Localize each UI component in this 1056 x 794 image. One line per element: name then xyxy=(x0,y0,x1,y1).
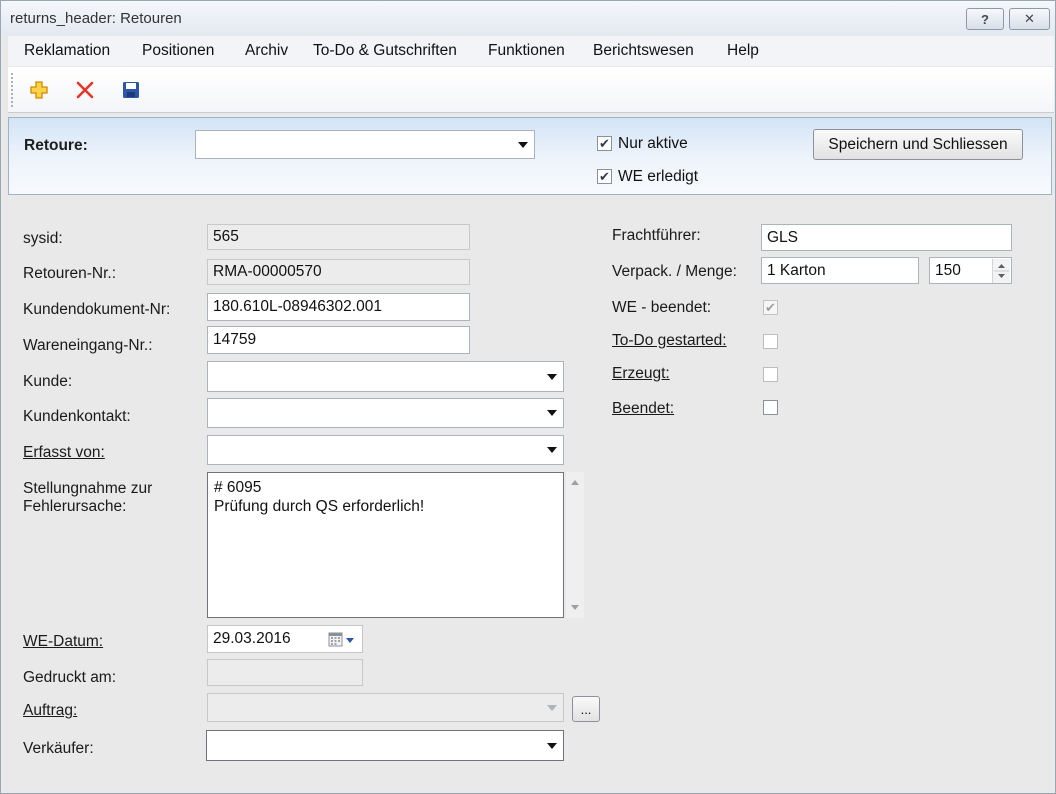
menu-funktionen[interactable]: Funktionen xyxy=(488,42,565,60)
retoure-header-panel: Retoure: ✔ Nur aktive ✔ WE erledigt Spei… xyxy=(8,117,1052,195)
help-icon: ? xyxy=(981,11,989,27)
close-icon: ✕ xyxy=(1024,11,1035,26)
retouren-nr-field[interactable]: RMA-00000570 xyxy=(207,259,470,285)
stellungnahme-label-line1: Stellungnahme zur xyxy=(23,480,153,497)
menge-stepper[interactable]: 150 xyxy=(929,257,1012,284)
add-button[interactable] xyxy=(28,79,50,101)
retouren-nr-label: Retouren-Nr.: xyxy=(23,265,117,282)
checkmark-icon: ✔ xyxy=(765,300,776,315)
kunde-select[interactable] xyxy=(207,361,564,392)
checkmark-icon: ✔ xyxy=(599,136,610,151)
erzeugt-link[interactable]: Erzeugt: xyxy=(612,365,670,383)
beendet-checkbox[interactable] xyxy=(763,400,778,415)
we-erledigt-checkbox[interactable]: ✔ xyxy=(597,169,612,184)
gedruckt-field xyxy=(207,659,363,686)
verpackung-field[interactable]: 1 Karton xyxy=(761,257,919,284)
chevron-down-icon xyxy=(547,373,557,380)
we-datum-picker[interactable]: 29.03.2016 xyxy=(207,625,363,653)
retoure-label: Retoure: xyxy=(24,137,88,154)
we-erledigt-label: WE erledigt xyxy=(618,168,699,185)
toolbar-grip[interactable] xyxy=(11,73,13,107)
verkaeufer-label: Verkäufer: xyxy=(23,740,94,757)
wareneingang-value: 14759 xyxy=(213,331,257,348)
kundendokument-field[interactable]: 180.610L-08946302.001 xyxy=(207,293,470,321)
we-beendet-checkbox: ✔ xyxy=(763,300,778,315)
menu-help[interactable]: Help xyxy=(727,42,759,60)
checkmark-icon: ✔ xyxy=(599,169,610,184)
kundendokument-label: Kundendokument-Nr: xyxy=(23,301,171,318)
beendet-link[interactable]: Beendet: xyxy=(612,400,674,418)
auftrag-link[interactable]: Auftrag: xyxy=(23,702,77,720)
title-bar: returns_header: Retouren ? ✕ xyxy=(1,1,1055,35)
stellungnahme-textarea[interactable]: # 6095 Prüfung durch QS erforderlich! xyxy=(207,472,564,618)
sysid-label: sysid: xyxy=(23,230,63,247)
we-datum-link[interactable]: WE-Datum: xyxy=(23,633,103,651)
returns-window: returns_header: Retouren ? ✕ Reklamation… xyxy=(0,0,1056,794)
close-button[interactable]: ✕ xyxy=(1009,8,1050,30)
erzeugt-checkbox[interactable] xyxy=(763,367,778,382)
scroll-up-icon[interactable] xyxy=(571,480,579,485)
add-icon xyxy=(30,81,48,99)
verpackung-value: 1 Karton xyxy=(767,261,826,279)
verpack-menge-label: Verpack. / Menge: xyxy=(612,263,737,280)
chevron-down-icon xyxy=(547,410,557,416)
calendar-icon[interactable] xyxy=(328,632,356,648)
frachtfuehrer-label: Frachtführer: xyxy=(612,227,701,244)
chevron-down-icon xyxy=(547,447,557,453)
gedruckt-label: Gedruckt am: xyxy=(23,669,117,686)
nur-aktive-label: Nur aktive xyxy=(618,135,688,152)
menu-todo-gutschriften[interactable]: To-Do & Gutschriften xyxy=(313,42,457,60)
delete-button[interactable] xyxy=(74,79,96,101)
scroll-down-icon[interactable] xyxy=(571,605,579,610)
menu-archiv[interactable]: Archiv xyxy=(245,42,288,60)
nur-aktive-checkbox[interactable]: ✔ xyxy=(597,136,612,151)
kundenkontakt-select[interactable] xyxy=(207,398,564,428)
stellungnahme-scrollbar[interactable] xyxy=(566,472,584,618)
wareneingang-field[interactable]: 14759 xyxy=(207,326,470,354)
menu-bar: Reklamation Positionen Archiv To-Do & Gu… xyxy=(8,36,1054,66)
menu-positionen[interactable]: Positionen xyxy=(142,42,214,60)
menu-berichtswesen[interactable]: Berichtswesen xyxy=(593,42,694,60)
speichern-schliessen-button[interactable]: Speichern und Schliessen xyxy=(813,129,1023,160)
toolbar xyxy=(8,67,1054,113)
todo-gestarted-checkbox[interactable] xyxy=(763,334,778,349)
kundendokument-value: 180.610L-08946302.001 xyxy=(213,298,382,315)
erfasst-von-link[interactable]: Erfasst von: xyxy=(23,444,105,462)
we-datum-value: 29.03.2016 xyxy=(213,630,291,647)
stellungnahme-label-line2: Fehlerursache: xyxy=(23,498,127,515)
we-beendet-label: WE - beendet: xyxy=(612,299,712,316)
retouren-nr-value: RMA-00000570 xyxy=(213,263,322,280)
chevron-down-icon xyxy=(547,704,557,711)
help-button[interactable]: ? xyxy=(966,8,1004,30)
retoure-select[interactable] xyxy=(195,130,535,159)
spin-arrows-icon[interactable] xyxy=(993,259,1010,283)
menge-value: 150 xyxy=(935,261,961,279)
wareneingang-label: Wareneingang-Nr.: xyxy=(23,337,153,354)
frachtfuehrer-field[interactable]: GLS xyxy=(761,224,1012,251)
spin-buttons[interactable] xyxy=(992,259,1010,283)
sysid-field[interactable]: 565 xyxy=(207,224,470,250)
save-button[interactable] xyxy=(120,79,142,101)
chevron-down-icon xyxy=(518,141,528,148)
erfasst-von-select[interactable] xyxy=(207,435,564,465)
kunde-label: Kunde: xyxy=(23,373,73,390)
auftrag-select xyxy=(207,693,564,722)
todo-gestarted-link[interactable]: To-Do gestarted: xyxy=(612,332,727,350)
chevron-down-icon xyxy=(547,742,557,749)
window-title: returns_header: Retouren xyxy=(10,10,182,27)
frachtfuehrer-value: GLS xyxy=(767,228,799,246)
sysid-value: 565 xyxy=(213,228,239,245)
save-icon xyxy=(123,82,139,98)
verkaeufer-select[interactable] xyxy=(206,730,564,761)
auftrag-browse-button[interactable]: ... xyxy=(572,696,600,722)
kundenkontakt-label: Kundenkontakt: xyxy=(23,408,131,425)
delete-icon xyxy=(76,81,94,99)
menu-reklamation[interactable]: Reklamation xyxy=(24,42,110,60)
